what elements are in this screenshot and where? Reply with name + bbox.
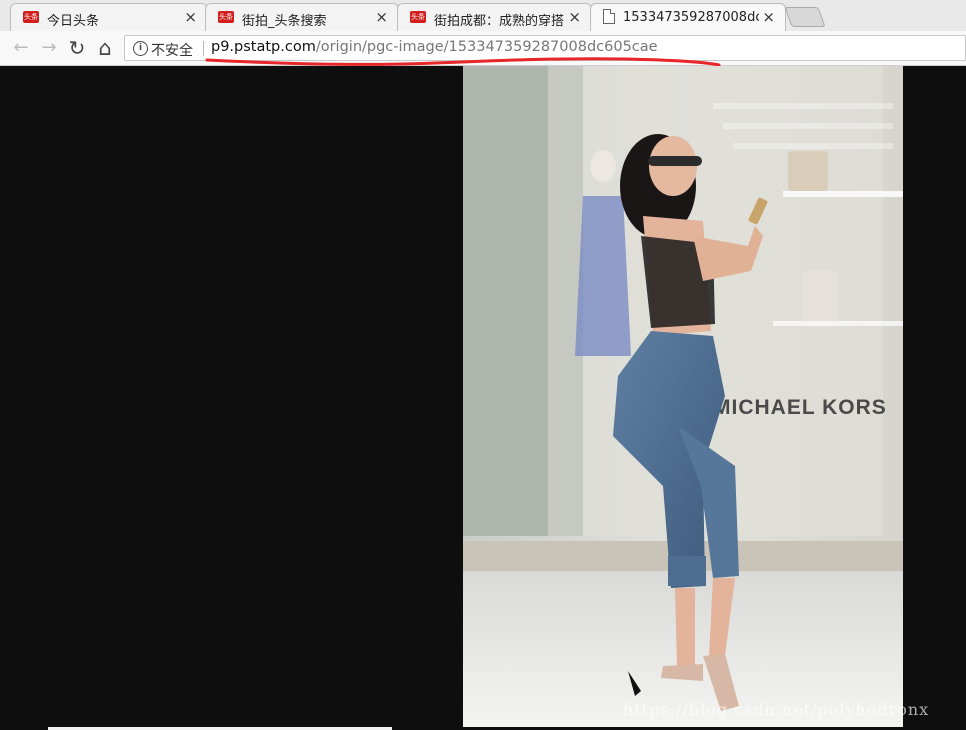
tab-image-active[interactable]: 153347359287008dc60 × <box>590 3 786 31</box>
browser-toolbar: ← → ↻ ⌂ i 不安全 p9.pstatp.com/origin/pgc-i… <box>0 31 966 66</box>
tab-street-snap-search[interactable]: 头条 街拍_头条搜索 × <box>205 3 399 31</box>
tab-street-snap-article[interactable]: 头条 街拍成都：成熟的穿搭， × <box>397 3 592 31</box>
tab-title: 今日头条 <box>47 14 100 29</box>
home-icon[interactable]: ⌂ <box>94 37 116 59</box>
security-indicator[interactable]: 不安全 <box>151 40 193 60</box>
close-icon[interactable]: × <box>762 9 775 25</box>
info-icon[interactable]: i <box>133 41 148 56</box>
reload-icon[interactable]: ↻ <box>66 37 88 59</box>
tab-strip: 头条 今日头条 × 头条 街拍_头条搜索 × 头条 街拍成都：成熟的穿搭， × … <box>0 0 966 31</box>
storefront-sign: MICHAEL KORS <box>713 396 887 419</box>
address-bar[interactable]: i 不安全 p9.pstatp.com/origin/pgc-image/153… <box>124 35 966 61</box>
photo-illustration: MICHAEL KORS <box>463 66 903 727</box>
toutiao-icon: 头条 <box>23 11 39 23</box>
street-fashion-photo: MICHAEL KORS <box>463 66 903 727</box>
forward-arrow-icon[interactable]: → <box>38 37 60 59</box>
toutiao-icon: 头条 <box>218 11 234 23</box>
tab-title: 153347359287008dc60 <box>623 10 759 25</box>
close-icon[interactable]: × <box>184 9 197 25</box>
watermark-text: https://blog.csdn.net/polyhedronx <box>623 700 930 719</box>
url-text[interactable]: p9.pstatp.com/origin/pgc-image/153347359… <box>211 39 658 55</box>
url-path: /origin/pgc-image/153347359287008dc605ca… <box>315 39 658 55</box>
close-icon[interactable]: × <box>568 9 581 25</box>
back-arrow-icon[interactable]: ← <box>10 37 32 59</box>
tab-title: 街拍_头条搜索 <box>242 14 327 29</box>
tab-toutiao-home[interactable]: 头条 今日头条 × <box>10 3 208 31</box>
url-host: p9.pstatp.com <box>211 39 316 55</box>
new-tab-button[interactable] <box>784 7 826 27</box>
document-icon <box>603 9 615 24</box>
tab-title: 街拍成都：成熟的穿搭， <box>434 14 564 29</box>
divider <box>203 41 204 56</box>
toutiao-icon: 头条 <box>410 11 426 23</box>
close-icon[interactable]: × <box>375 9 388 25</box>
